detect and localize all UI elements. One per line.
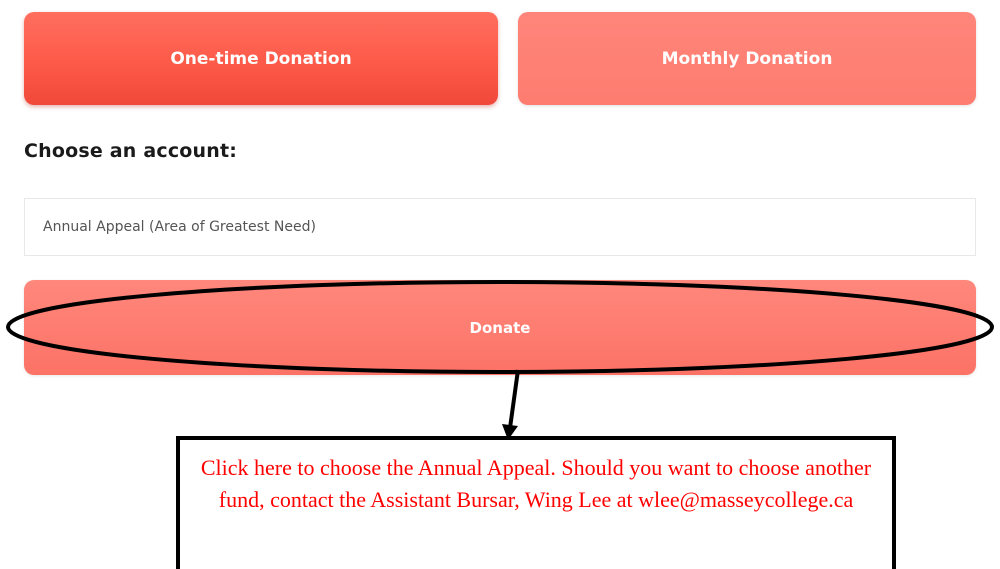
account-select[interactable]: Annual Appeal (Area of Greatest Need) — [24, 198, 976, 256]
annotation-callout: Click here to choose the Annual Appeal. … — [176, 436, 896, 569]
arrow-line — [508, 369, 520, 429]
monthly-donation-button[interactable]: Monthly Donation — [518, 12, 976, 105]
one-time-donation-button[interactable]: One-time Donation — [24, 12, 498, 105]
donate-button[interactable]: Donate — [24, 280, 976, 375]
donation-page: One-time Donation Monthly Donation Choos… — [0, 0, 1000, 569]
choose-account-label: Choose an account: — [24, 140, 238, 162]
